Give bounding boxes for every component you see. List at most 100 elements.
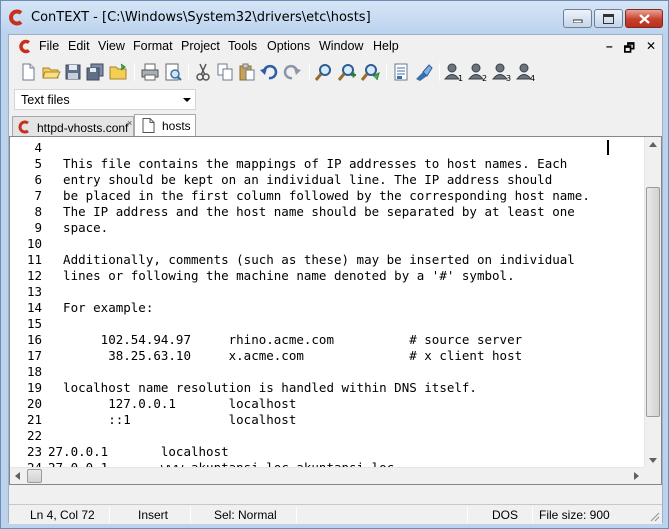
mdi-close-button[interactable]: ✕ <box>646 39 656 60</box>
line-number: 14 <box>26 300 42 315</box>
editor-line[interactable]: 14 For example: <box>10 300 630 316</box>
resize-grip-icon[interactable] <box>649 511 660 522</box>
mdi-minimize-button[interactable]: – <box>606 39 613 60</box>
horizontal-scroll-thumb[interactable] <box>27 469 42 483</box>
tab-httpd-vhosts[interactable]: httpd-vhosts.conf × <box>12 116 134 136</box>
title-bar[interactable]: ConTEXT - [C:\Windows\System32\drivers\e… <box>1 1 668 34</box>
menu-edit[interactable]: Edit <box>68 39 90 53</box>
scroll-right-icon[interactable] <box>634 472 639 480</box>
editor-line[interactable]: 6 entry should be kept on an individual … <box>10 172 630 188</box>
line-number: 22 <box>26 428 42 443</box>
file-properties-icon[interactable] <box>391 62 411 82</box>
line-text: lines or following the machine name deno… <box>48 268 515 283</box>
editor-line[interactable]: 10 <box>10 236 630 252</box>
toolbar-separator <box>134 63 135 81</box>
editor-line[interactable]: 18 <box>10 364 630 380</box>
menu-help[interactable]: Help <box>373 39 399 53</box>
menu-file[interactable]: File <box>39 39 59 53</box>
status-format: DOS <box>492 508 519 522</box>
editor-line[interactable]: 16 102.54.94.97 rhino.acme.com # source … <box>10 332 630 348</box>
user-1-icon[interactable]: 1 <box>444 62 464 82</box>
editor-line[interactable]: 19 localhost name resolution is handled … <box>10 380 630 396</box>
line-text: entry should be kept on an individual li… <box>48 172 553 187</box>
user-2-icon[interactable]: 2 <box>468 62 488 82</box>
maximize-button[interactable] <box>594 9 623 28</box>
line-text: space. <box>48 220 109 235</box>
editor-line[interactable]: 8 The IP address and the host name shoul… <box>10 204 630 220</box>
menu-options[interactable]: Options <box>267 39 310 53</box>
editor-line[interactable]: 21 ::1 localhost <box>10 412 630 428</box>
vertical-scroll-thumb[interactable] <box>646 187 660 417</box>
print-preview-icon[interactable] <box>163 62 183 82</box>
editor-line[interactable]: 9 space. <box>10 220 630 236</box>
editor-line[interactable]: 23 27.0.0.1 localhost <box>10 444 630 460</box>
mdi-restore-button[interactable]: 🗗 <box>624 39 635 60</box>
scroll-down-icon[interactable] <box>649 458 657 463</box>
document-logo-icon[interactable] <box>18 39 32 54</box>
svg-text:3: 3 <box>506 74 511 82</box>
line-number: 18 <box>26 364 42 379</box>
editor-line[interactable]: 4 <box>10 140 630 156</box>
menu-view[interactable]: View <box>98 39 125 53</box>
redo-icon[interactable] <box>282 62 302 82</box>
minimize-icon <box>572 19 582 23</box>
menu-window[interactable]: Window <box>319 39 363 53</box>
editor-line[interactable]: 12 lines or following the machine name d… <box>10 268 630 284</box>
find-next-icon[interactable] <box>337 62 357 82</box>
new-file-icon[interactable] <box>18 62 38 82</box>
text-file-icon <box>142 118 155 133</box>
editor-line[interactable]: 15 <box>10 316 630 332</box>
cut-icon[interactable] <box>193 62 213 82</box>
editor-line[interactable]: 7 be placed in the first column followed… <box>10 188 630 204</box>
minimize-button[interactable] <box>563 9 592 28</box>
copy-icon[interactable] <box>215 62 235 82</box>
save-icon[interactable] <box>63 62 83 82</box>
horizontal-scrollbar[interactable] <box>10 467 644 484</box>
tab-label: httpd-vhosts.conf <box>37 121 129 135</box>
line-text: Additionally, comments (such as these) m… <box>48 252 575 267</box>
toolbar-separator <box>188 63 189 81</box>
highlighter-icon[interactable] <box>413 62 433 82</box>
line-number: 5 <box>34 156 42 171</box>
editor-line[interactable]: 22 <box>10 428 630 444</box>
tab-close-icon[interactable]: × <box>127 118 132 128</box>
close-button[interactable] <box>625 9 663 28</box>
menu-format[interactable]: Format <box>133 39 173 53</box>
text-cursor <box>607 140 609 155</box>
text-editor[interactable]: 45 This file contains the mappings of IP… <box>9 136 662 485</box>
find-icon[interactable] <box>314 62 334 82</box>
print-icon[interactable] <box>140 62 160 82</box>
scroll-up-icon[interactable] <box>649 142 657 147</box>
editor-line[interactable]: 11 Additionally, comments (such as these… <box>10 252 630 268</box>
undo-icon[interactable] <box>259 62 279 82</box>
editor-line[interactable]: 5 This file contains the mappings of IP … <box>10 156 630 172</box>
menu-tools[interactable]: Tools <box>228 39 257 53</box>
save-all-icon[interactable] <box>85 62 105 82</box>
editor-line[interactable]: 17 38.25.63.10 x.acme.com # x client hos… <box>10 348 630 364</box>
client-area: File Edit View Format Project Tools Opti… <box>8 34 663 524</box>
open-folder-icon[interactable] <box>108 62 128 82</box>
svg-text:4: 4 <box>530 74 535 82</box>
line-text: be placed in the first column followed b… <box>48 188 590 203</box>
mdi-controls: – 🗗 ✕ <box>606 39 656 60</box>
menu-project[interactable]: Project <box>181 39 220 53</box>
app-window: ConTEXT - [C:\Windows\System32\drivers\e… <box>0 0 669 529</box>
user-4-icon[interactable]: 4 <box>516 62 536 82</box>
line-text: localhost name resolution is handled wit… <box>48 380 477 395</box>
line-number: 23 <box>26 444 42 459</box>
user-3-icon[interactable]: 3 <box>492 62 512 82</box>
filetype-select[interactable]: Text files <box>14 89 196 110</box>
vertical-scrollbar[interactable] <box>644 137 661 468</box>
editor-line[interactable]: 20 127.0.0.1 localhost <box>10 396 630 412</box>
scroll-left-icon[interactable] <box>15 472 20 480</box>
tab-label: hosts <box>162 119 191 133</box>
replace-icon[interactable] <box>360 62 380 82</box>
line-text: ::1 localhost <box>48 412 297 427</box>
editor-line[interactable]: 13 <box>10 284 630 300</box>
line-number: 12 <box>26 268 42 283</box>
paste-icon[interactable] <box>237 62 257 82</box>
line-number: 11 <box>26 252 42 267</box>
open-file-icon[interactable] <box>41 62 61 82</box>
context-logo-icon <box>9 9 23 26</box>
tab-hosts[interactable]: hosts <box>134 114 196 137</box>
